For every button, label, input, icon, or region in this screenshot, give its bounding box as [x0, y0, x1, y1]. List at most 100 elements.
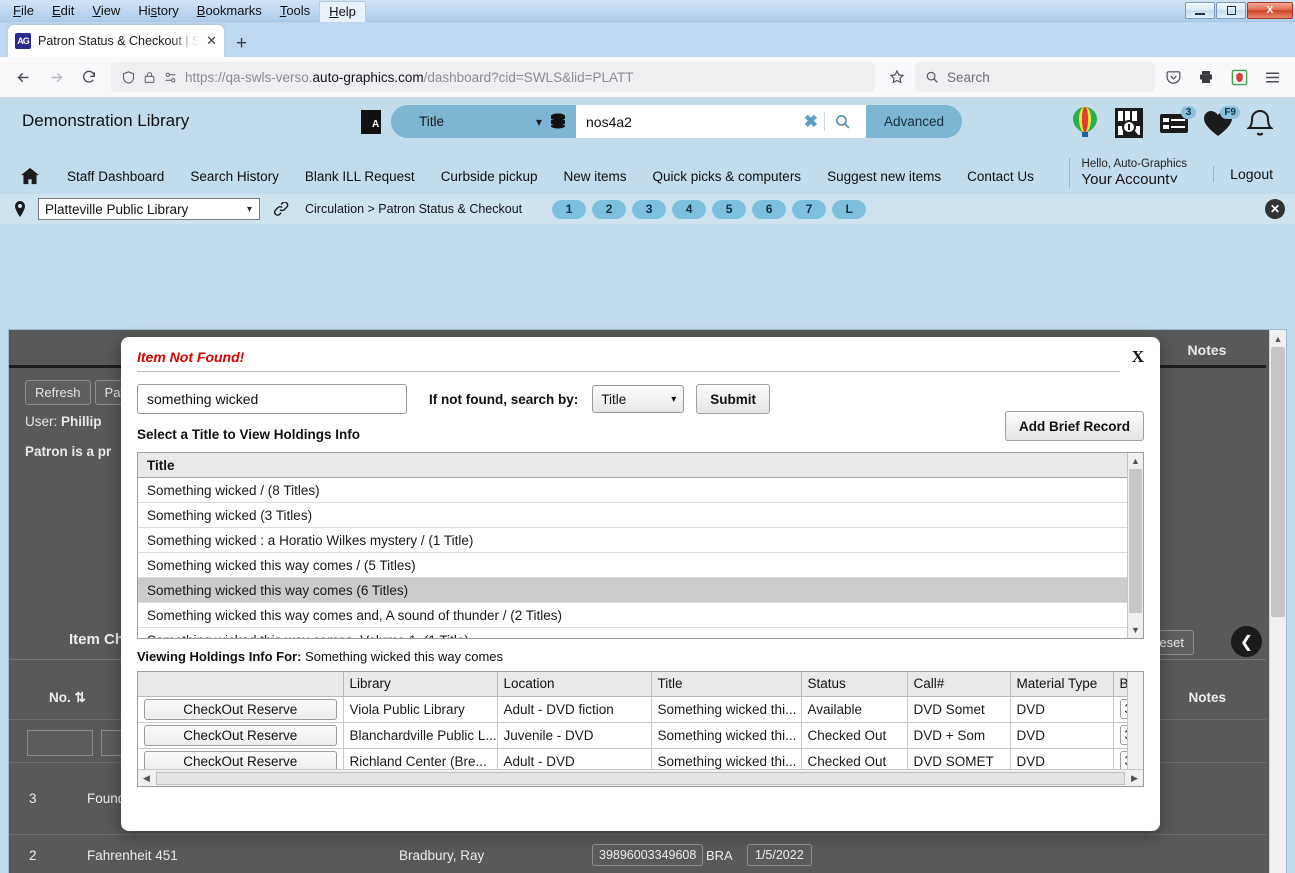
list-item[interactable]: Something wicked : a Horatio Wilkes myst…	[138, 528, 1143, 553]
nav-staff-dashboard[interactable]: Staff Dashboard	[54, 169, 177, 184]
menu-edit[interactable]: Edit	[43, 1, 83, 21]
menu-tools[interactable]: Tools	[271, 1, 319, 21]
list-item[interactable]: Something wicked this way comes / (5 Tit…	[138, 553, 1143, 578]
pocket-icon[interactable]	[1158, 62, 1188, 92]
scroll-left-icon[interactable]: ◀	[138, 773, 155, 784]
search-term-input[interactable]: something wicked	[137, 384, 407, 414]
nav-blank-ill-request[interactable]: Blank ILL Request	[292, 169, 428, 184]
step-pill-5[interactable]: 5	[712, 199, 747, 219]
list-item[interactable]: Something wicked this way comes and, A s…	[138, 603, 1143, 628]
tab-strip: AG Patron Status & Checkout | SWL ✕ +	[0, 22, 1295, 57]
search-by-select[interactable]: Title ▾	[592, 385, 685, 413]
chevron-left-icon[interactable]: ❮	[1231, 626, 1262, 657]
scroll-up-icon[interactable]: ▲	[1128, 453, 1143, 469]
menu-history[interactable]: History	[129, 1, 187, 21]
advanced-search-button[interactable]: Advanced	[866, 105, 963, 138]
account-menu[interactable]: Hello, Auto-Graphics Your Account˅	[1068, 158, 1187, 189]
add-brief-record-button[interactable]: Add Brief Record	[1004, 411, 1144, 441]
application-viewport: Demonstration Library A Title ▾ nos4a2 ✖…	[0, 98, 1295, 873]
account-greeting: Hello, Auto-Graphics	[1081, 158, 1187, 170]
scrollbar-thumb[interactable]	[1271, 347, 1285, 617]
step-pill-4[interactable]: 4	[672, 199, 707, 219]
window-maximize-button[interactable]	[1216, 2, 1246, 19]
bell-icon[interactable]	[1247, 109, 1273, 138]
url-bar[interactable]: https://qa-swls-verso.auto-graphics.com/…	[111, 62, 875, 92]
database-icon[interactable]	[550, 113, 566, 131]
nav-quick-picks[interactable]: Quick picks & computers	[640, 169, 815, 184]
checkout-reserve-button[interactable]: CheckOut Reserve	[144, 724, 337, 746]
language-icon[interactable]: A	[360, 109, 382, 135]
menu-bookmarks[interactable]: Bookmarks	[188, 1, 271, 21]
nav-contact-us[interactable]: Contact Us	[954, 169, 1047, 184]
holdings-vertical-scrollbar[interactable]	[1127, 672, 1143, 769]
step-pill-3[interactable]: 3	[632, 199, 667, 219]
close-icon[interactable]: ✕	[206, 33, 217, 49]
search-collection-icon[interactable]	[1113, 106, 1145, 140]
home-icon[interactable]	[20, 167, 40, 185]
window-minimize-button[interactable]	[1185, 2, 1215, 19]
menu-help[interactable]: Help	[319, 0, 366, 22]
item-not-found-modal: X Item Not Found! something wicked If no…	[121, 337, 1160, 831]
browser-tab[interactable]: AG Patron Status & Checkout | SWL ✕	[8, 25, 224, 57]
step-pill-7[interactable]: 7	[792, 199, 827, 219]
back-icon[interactable]	[8, 62, 38, 92]
refresh-button[interactable]: Refresh	[25, 380, 91, 405]
list-item[interactable]: Something wicked this way comes. Volume …	[138, 628, 1143, 639]
holdings-horizontal-scrollbar[interactable]: ◀ ▶	[138, 769, 1143, 786]
nav-curbside-pickup[interactable]: Curbside pickup	[428, 169, 551, 184]
browser-search-bar[interactable]: Search	[915, 62, 1155, 92]
url-text: https://qa-swls-verso.auto-graphics.com/…	[185, 69, 634, 85]
list-item[interactable]: Something wicked (3 Titles)	[138, 503, 1143, 528]
search-input[interactable]: nos4a2	[586, 114, 798, 130]
nav-new-items[interactable]: New items	[551, 169, 640, 184]
balloon-icon[interactable]	[1071, 106, 1099, 140]
app-search-block: A Title ▾ nos4a2 ✖ Advanced	[360, 105, 963, 138]
library-name: Demonstration Library	[22, 111, 190, 130]
bookmark-star-icon[interactable]	[882, 62, 912, 92]
step-pill-2[interactable]: 2	[592, 199, 627, 219]
branch-select[interactable]: Platteville Public Library ▾	[38, 198, 260, 220]
step-pill-1[interactable]: 1	[552, 199, 587, 219]
checkout-reserve-button[interactable]: CheckOut Reserve	[144, 698, 337, 720]
scrollbar-thumb[interactable]	[1129, 469, 1142, 613]
forward-icon[interactable]	[41, 62, 71, 92]
search-query-wrapper: nos4a2 ✖	[576, 105, 866, 138]
page-scrollbar[interactable]: ▲ ▼	[1269, 330, 1286, 873]
row-date[interactable]: 1/5/2022	[747, 844, 812, 866]
modal-close-button[interactable]: X	[1132, 347, 1144, 367]
list-item-selected[interactable]: Something wicked this way comes (6 Title…	[138, 578, 1143, 603]
list-icon[interactable]: 3	[1159, 106, 1196, 136]
svg-text:A: A	[372, 119, 379, 130]
step-pill-l[interactable]: L	[832, 199, 867, 219]
nav-search-history[interactable]: Search History	[177, 169, 292, 184]
menu-view[interactable]: View	[83, 1, 129, 21]
scroll-up-icon[interactable]: ▲	[1270, 330, 1286, 347]
breadcrumb: Circulation > Patron Status & Checkout	[305, 202, 523, 216]
scroll-down-icon[interactable]: ▼	[1128, 622, 1143, 638]
step-pill-6[interactable]: 6	[752, 199, 787, 219]
menu-file[interactable]: File	[4, 1, 43, 21]
filter-input-no[interactable]	[27, 730, 93, 756]
new-tab-button[interactable]: +	[226, 34, 257, 57]
logout-link[interactable]: Logout	[1230, 166, 1273, 182]
hamburger-menu-icon[interactable]	[1257, 62, 1287, 92]
permissions-icon[interactable]	[163, 71, 178, 84]
search-submit-icon[interactable]	[825, 113, 860, 130]
titles-scrollbar[interactable]: ▲ ▼	[1127, 453, 1143, 638]
print-icon[interactable]	[1191, 62, 1221, 92]
heart-icon[interactable]: F9	[1203, 105, 1240, 137]
list-item[interactable]: Something wicked / (8 Titles)	[138, 478, 1143, 503]
clear-search-icon[interactable]: ✖	[798, 112, 824, 132]
reload-icon[interactable]	[74, 62, 104, 92]
nav-suggest-new-items[interactable]: Suggest new items	[814, 169, 954, 184]
scrollbar-thumb[interactable]	[156, 771, 1125, 785]
close-icon[interactable]: ✕	[1265, 199, 1285, 219]
extension-icon[interactable]	[1224, 62, 1254, 92]
window-close-button[interactable]: X	[1247, 2, 1293, 19]
submit-button[interactable]: Submit	[696, 384, 771, 414]
search-index-select[interactable]: Title ▾	[391, 105, 576, 138]
row-barcode[interactable]: 39896003349608	[592, 844, 704, 866]
scroll-right-icon[interactable]: ▶	[1126, 773, 1143, 784]
if-not-found-label: If not found, search by:	[429, 391, 579, 407]
column-no[interactable]: No. ⇅	[49, 690, 86, 706]
